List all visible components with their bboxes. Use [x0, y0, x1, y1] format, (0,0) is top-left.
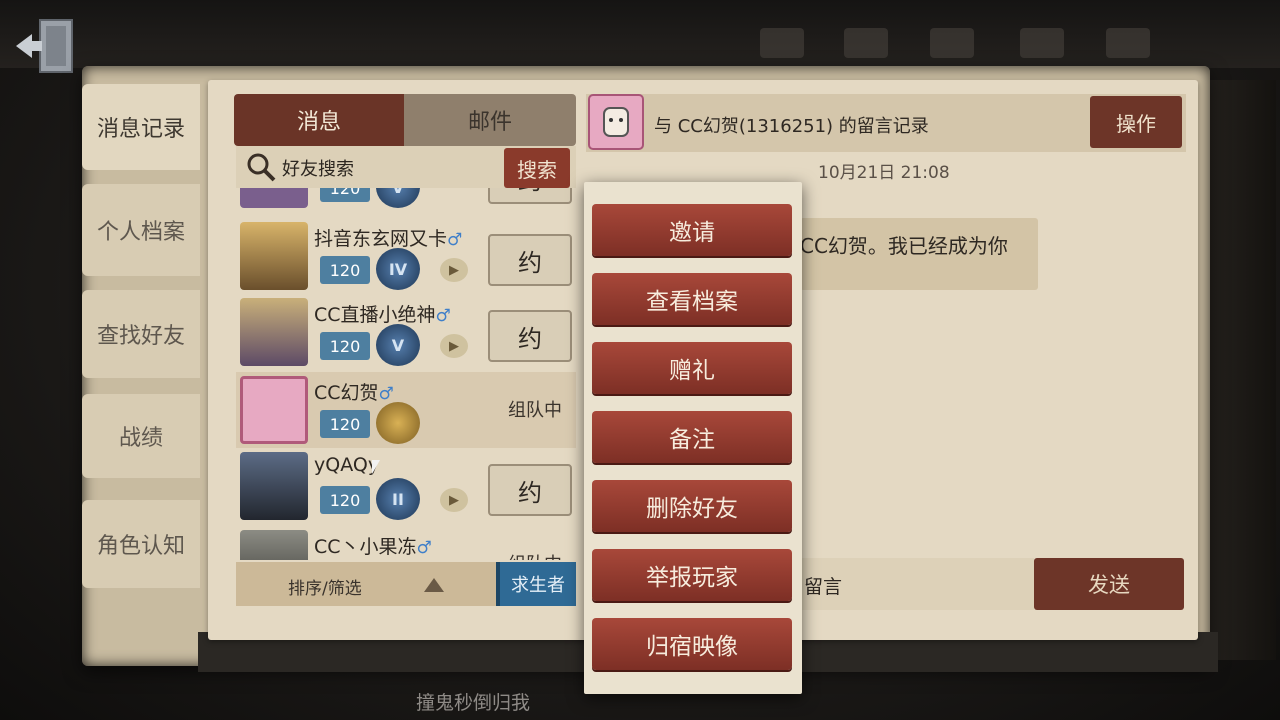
friend-name-text: CC幻贺 [314, 382, 379, 404]
segment-messages[interactable]: 消息 [234, 94, 404, 146]
menu-item-remark[interactable]: 备注 [592, 411, 792, 463]
level-badge: 120 [320, 486, 370, 514]
level-badge: 120 [320, 188, 370, 202]
avatar [240, 530, 308, 560]
operate-button[interactable]: 操作 [1090, 96, 1182, 148]
search-button[interactable]: 搜索 [504, 148, 570, 188]
rank-badge: IV [376, 248, 420, 290]
tab-profile[interactable]: 个人档案 [82, 184, 200, 276]
menu-item-delete-friend[interactable]: 删除好友 [592, 480, 792, 532]
tab-find-friends[interactable]: 查找好友 [82, 290, 200, 378]
send-button[interactable]: 发送 [1034, 558, 1184, 610]
sort-filter-bar[interactable] [236, 562, 496, 606]
male-icon: ♂ [447, 230, 463, 250]
invite-button[interactable]: 约 [488, 188, 572, 204]
status-badge: 组队中 [508, 400, 562, 421]
rank-badge: II [376, 478, 420, 520]
menu-item-gift[interactable]: 赠礼 [592, 342, 792, 394]
male-icon: ♂ [378, 384, 394, 404]
play-icon[interactable]: ▶ [440, 488, 468, 512]
play-icon[interactable]: ▶ [440, 334, 468, 358]
magnifier-icon [244, 150, 278, 184]
list-item[interactable]: yQAQy 120 II ▶ 约 [236, 448, 576, 524]
rank-badge: V [376, 188, 420, 208]
top-deco-icon [1106, 28, 1150, 58]
tab-role-knowledge[interactable]: 角色认知 [82, 500, 200, 588]
top-deco-icon [1020, 28, 1064, 58]
sort-filter-label[interactable]: 排序/筛选 [288, 574, 362, 599]
avatar [240, 188, 308, 208]
friend-name: CC幻贺♂ [314, 378, 394, 405]
friend-name-text: CC直播小绝神 [314, 304, 436, 326]
exit-door-icon[interactable] [12, 14, 78, 80]
list-item[interactable]: CC直播小绝神♂ 120 V ▶ 约 [236, 294, 576, 370]
rank-badge: V [376, 324, 420, 366]
list-item[interactable]: CC丶小果冻♂ 组队中 [236, 526, 576, 560]
top-deco-icon [844, 28, 888, 58]
invite-button[interactable]: 约 [488, 234, 572, 286]
menu-item-view-profile[interactable]: 查看档案 [592, 273, 792, 325]
level-badge: 120 [320, 256, 370, 284]
message-text: CC幻贺。我已经成为你 [800, 234, 1008, 258]
mouse-cursor-icon [372, 460, 380, 474]
level-badge: 120 [320, 332, 370, 360]
play-icon[interactable]: ▶ [440, 258, 468, 282]
chat-title: 与 CC幻贺(1316251) 的留言记录 [654, 116, 929, 137]
status-badge: 组队中 [508, 550, 562, 560]
list-item[interactable]: 120 V 约 [236, 188, 576, 212]
top-deco-icon [930, 28, 974, 58]
friend-name: CC丶小果冻♂ [314, 532, 432, 559]
menu-item-invite[interactable]: 邀请 [592, 204, 792, 256]
triangle-up-icon[interactable] [424, 578, 444, 592]
friend-name-text: CC丶小果冻 [314, 536, 417, 558]
friend-list: 120 V 约 抖音东玄网又卡♂ 120 IV ▶ 约 CC直播小绝神♂ 120… [236, 188, 576, 560]
message-input-placeholder[interactable]: 留言 [804, 572, 842, 599]
friend-name: CC直播小绝神♂ [314, 300, 451, 327]
friend-name: 抖音东玄网又卡♂ [314, 224, 462, 251]
friend-name-text: yQAQy [314, 454, 380, 476]
role-filter-button[interactable]: 求生者 [496, 562, 576, 606]
invite-button[interactable]: 约 [488, 310, 572, 362]
list-item-selected[interactable]: CC幻贺♂ 120 组队中 [236, 372, 576, 448]
top-bar [0, 0, 1280, 68]
message-timestamp: 10月21日 21:08 [818, 163, 950, 183]
avatar [240, 452, 308, 520]
broadcast-text: 撞鬼秒倒归我 [416, 692, 531, 714]
invite-button[interactable]: 约 [488, 464, 572, 516]
level-badge: 120 [320, 410, 370, 438]
tab-messages[interactable]: 消息记录 [82, 84, 200, 170]
segment-mail[interactable]: 邮件 [404, 94, 576, 146]
avatar [240, 222, 308, 290]
avatar [588, 94, 644, 150]
male-icon: ♂ [435, 306, 451, 326]
top-deco-icon [760, 28, 804, 58]
tab-records[interactable]: 战绩 [82, 394, 200, 478]
avatar [240, 376, 308, 444]
menu-item-report-player[interactable]: 举报玩家 [592, 549, 792, 601]
rank-badge [376, 402, 420, 444]
friend-name: yQAQy [314, 454, 379, 476]
list-item[interactable]: 抖音东玄网又卡♂ 120 IV ▶ 约 [236, 218, 576, 294]
friend-name-text: 抖音东玄网又卡 [314, 228, 448, 250]
menu-item-homestead-image[interactable]: 归宿映像 [592, 618, 792, 670]
avatar [240, 298, 308, 366]
search-input[interactable]: 好友搜索 [282, 155, 354, 181]
male-icon: ♂ [416, 538, 432, 558]
